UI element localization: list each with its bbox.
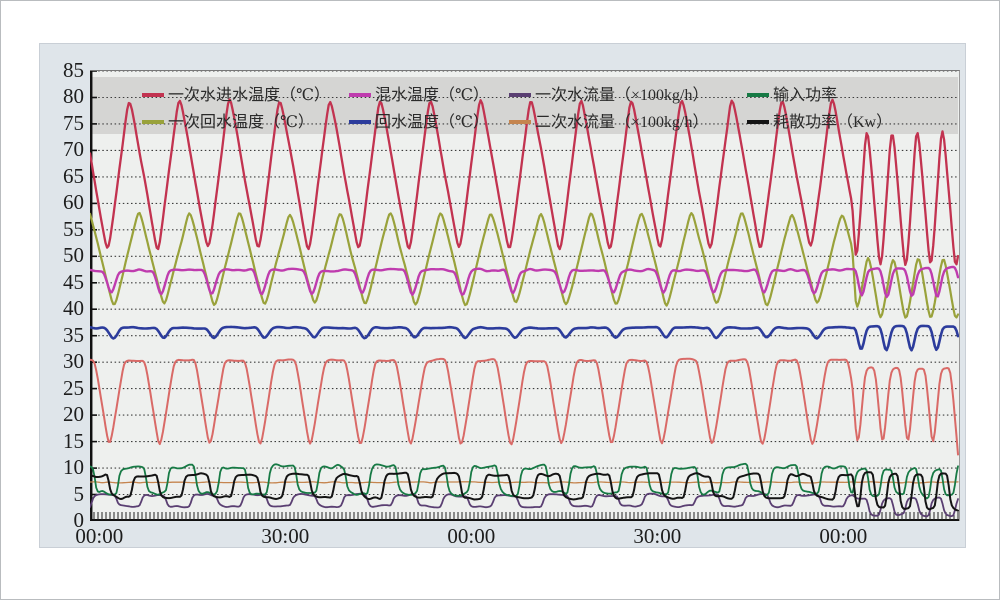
y-axis-label: 60 (40, 191, 84, 213)
series-line-primary_return_temp (90, 213, 958, 318)
legend-swatch-return_water_temp (349, 120, 371, 124)
y-axis-label: 85 (40, 59, 84, 81)
x-axis-label: 30:00 (617, 524, 697, 549)
chart-panel: 一次水进水温度（℃） 混水温度（℃） 一次水流量（×100kg/h） 输入功率一次回水… (39, 43, 966, 548)
series-line-input_power (90, 464, 958, 499)
legend-item-primary_flow: 一次水流量（×100kg/h） (509, 81, 708, 103)
y-axis-label: 15 (40, 430, 84, 452)
legend-label: 一次水流量（×100kg/h） (535, 87, 708, 104)
chart-canvas (90, 71, 959, 521)
legend-label: 一次回水温度（℃） (168, 114, 314, 131)
legend-swatch-primary_return_temp (142, 120, 164, 124)
legend-item-return_water_temp: 回水温度（℃） (349, 108, 489, 130)
y-axis-label: 20 (40, 403, 84, 425)
x-axis-label: 00:00 (59, 524, 139, 549)
legend-item-dissipated_power: 耗散功率（Kw） (747, 108, 892, 130)
y-axis-label: 70 (40, 138, 84, 160)
y-axis-label: 25 (40, 377, 84, 399)
legend-label: 二次水流量（×100kg/h） (535, 114, 708, 131)
series-line-return_water_temp (90, 326, 958, 350)
legend-item-primary_supply_temp: 一次水进水温度（℃） (142, 81, 330, 103)
legend-label: 耗散功率（Kw） (773, 114, 892, 131)
screenshot-frame: 一次水进水温度（℃） 混水温度（℃） 一次水流量（×100kg/h） 输入功率一次回水… (0, 0, 1000, 600)
legend-swatch-primary_flow (509, 93, 531, 97)
x-axis-label: 00:00 (803, 524, 883, 549)
legend-swatch-primary_supply_temp (142, 93, 164, 97)
legend-label: 输入功率 (773, 87, 837, 104)
legend-label: 回水温度（℃） (375, 114, 489, 131)
y-axis-label: 75 (40, 112, 84, 134)
y-axis-label: 5 (40, 483, 84, 505)
series-line-secondary_flow (90, 482, 958, 483)
y-axis-label: 45 (40, 271, 84, 293)
x-axis-label: 00:00 (431, 524, 511, 549)
y-axis-label: 30 (40, 350, 84, 372)
legend-label: 一次水进水温度（℃） (168, 87, 330, 104)
y-axis-label: 35 (40, 324, 84, 346)
y-axis-label: 55 (40, 218, 84, 240)
y-axis-label: 50 (40, 244, 84, 266)
legend-item-mixed_water_temp: 混水温度（℃） (349, 81, 489, 103)
series-line-salmon_line_unlabeled (90, 359, 958, 455)
plot-area: 一次水进水温度（℃） 混水温度（℃） 一次水流量（×100kg/h） 输入功率一次回水… (90, 70, 960, 521)
legend-swatch-mixed_water_temp (349, 93, 371, 97)
y-axis-label: 40 (40, 297, 84, 319)
legend-label: 混水温度（℃） (375, 87, 489, 104)
legend-swatch-dissipated_power (747, 120, 769, 124)
y-axis-label: 65 (40, 165, 84, 187)
x-axis-tick-comb (90, 512, 958, 520)
legend-item-primary_return_temp: 一次回水温度（℃） (142, 108, 314, 130)
legend-item-secondary_flow: 二次水流量（×100kg/h） (509, 108, 708, 130)
y-axis-label: 10 (40, 456, 84, 478)
legend-item-input_power: 输入功率 (747, 81, 837, 103)
y-axis-label: 80 (40, 85, 84, 107)
x-axis-label: 30:00 (245, 524, 325, 549)
legend-swatch-secondary_flow (509, 120, 531, 124)
legend-swatch-input_power (747, 93, 769, 97)
